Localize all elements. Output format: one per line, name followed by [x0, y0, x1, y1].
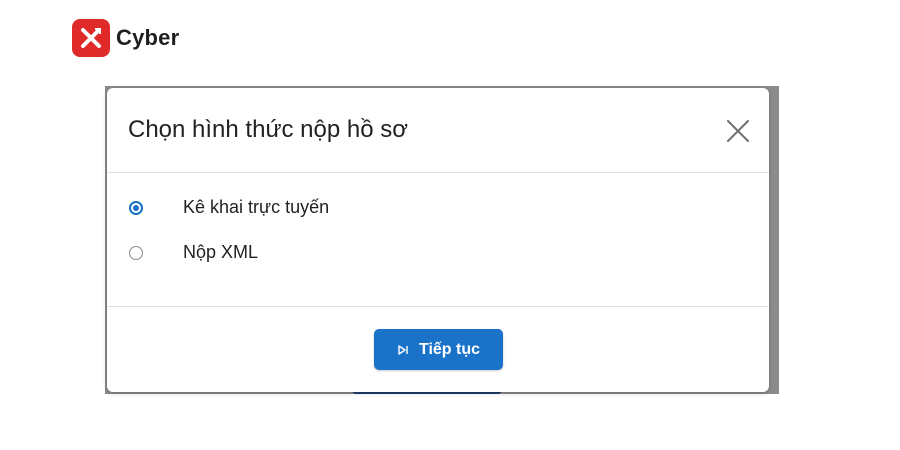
brand-name: Cyber [116, 25, 180, 50]
option-label: Nộp XML [183, 242, 259, 262]
dialog-header: Chọn hình thức nộp hồ sơ [107, 88, 769, 173]
continue-button[interactable]: Tiếp tục [374, 329, 503, 370]
option-label: Kê khai trực tuyến [183, 197, 330, 217]
dialog-title: Chọn hình thức nộp hồ sơ [128, 116, 408, 143]
filing-method-dialog: Chọn hình thức nộp hồ sơ Kê khai trực tu… [107, 88, 769, 392]
dialog-footer: Tiếp tục [107, 307, 769, 393]
option-submit-xml[interactable]: Nộp XML [128, 242, 258, 263]
option-online-declaration[interactable]: Kê khai trực tuyến [128, 197, 329, 218]
skip-forward-icon [397, 344, 409, 356]
dialog-body: Kê khai trực tuyến Nộp XML [107, 173, 769, 307]
close-icon[interactable] [725, 118, 751, 144]
radio-submit-xml[interactable] [129, 245, 143, 260]
brand-logo: Cyber [72, 18, 179, 58]
logo-icon [72, 19, 110, 57]
continue-button-label: Tiếp tục [418, 340, 481, 358]
radio-online-declaration[interactable] [129, 200, 143, 215]
